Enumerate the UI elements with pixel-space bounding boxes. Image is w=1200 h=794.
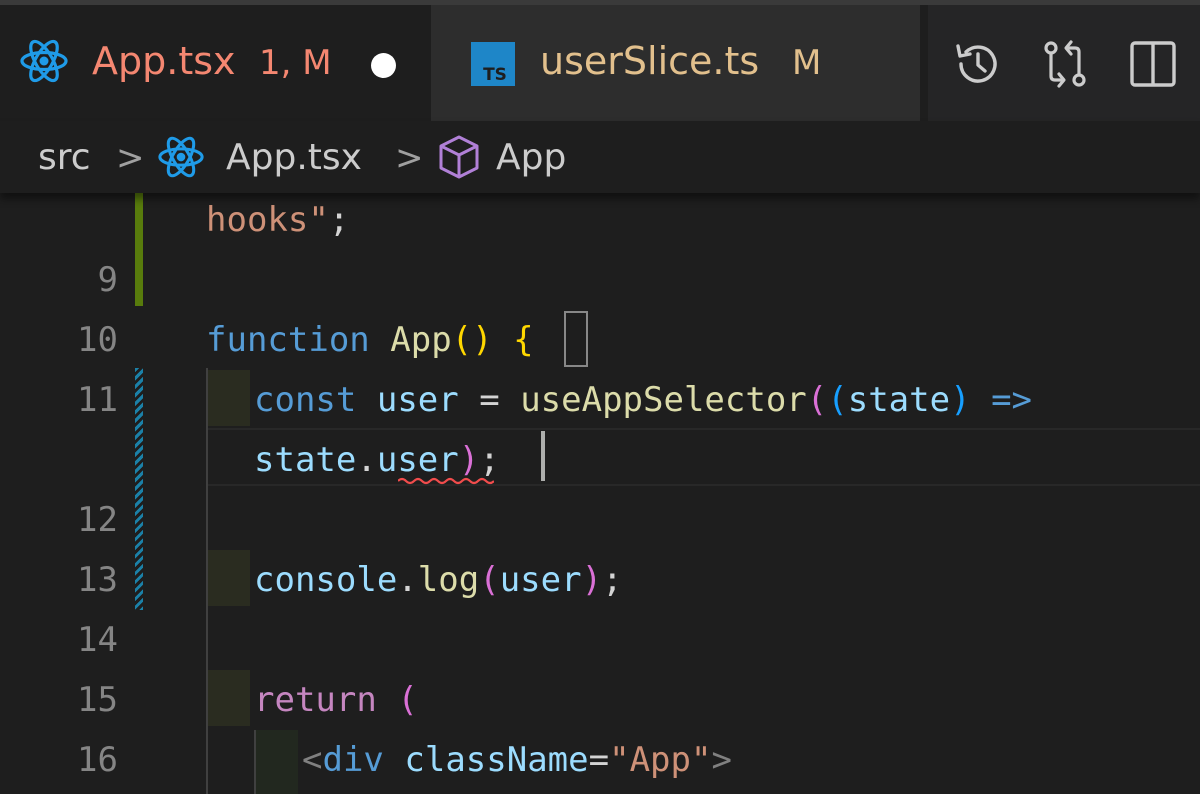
bracket-token: ) <box>581 560 603 600</box>
operator-token: = <box>479 380 500 420</box>
bracket-token: ) <box>950 380 971 420</box>
keyword-token: return <box>254 680 377 720</box>
bracket-token: ( <box>397 680 418 720</box>
tab-status: 1, M <box>259 43 332 83</box>
variable-token: console <box>254 560 398 600</box>
breadcrumb-separator: > <box>395 138 424 178</box>
bracket-token: ( <box>479 560 500 600</box>
punctuation-token: ; <box>602 560 623 600</box>
tab-title: App.tsx <box>92 39 236 83</box>
bracket-token: ) <box>458 440 480 480</box>
svg-text:TS: TS <box>483 65 507 85</box>
tag-bracket-token: > <box>711 740 732 780</box>
code-line[interactable]: return ( <box>254 670 418 730</box>
variable-token: user <box>499 560 582 600</box>
string-token: "App" <box>609 740 712 780</box>
operator-token: = <box>588 740 610 780</box>
keyword-token: function <box>206 320 370 360</box>
string-token: hooks" <box>206 200 329 240</box>
code-editor[interactable]: 9 10 11 12 13 14 15 16 hooks"; function … <box>0 193 1200 794</box>
function-name-token: App <box>390 320 452 360</box>
parameter-token: state <box>847 380 951 420</box>
code-line[interactable]: <div className="App"> <box>302 730 732 790</box>
arrow-token: => <box>991 380 1033 420</box>
split-editor-icon[interactable] <box>1127 38 1179 90</box>
tab-userslice-ts[interactable]: TS userSlice.ts M <box>431 5 920 121</box>
line-number: 9 <box>97 260 118 300</box>
git-compare-icon[interactable] <box>1039 38 1091 90</box>
bracket-token: ( <box>806 380 828 420</box>
indent-highlight <box>208 670 250 726</box>
line-number: 14 <box>77 620 118 660</box>
punctuation-token: ; <box>328 200 350 240</box>
react-icon <box>158 136 204 178</box>
tab-status: M <box>792 43 822 83</box>
indent-highlight <box>256 730 298 794</box>
variable-token: user <box>376 380 459 420</box>
vscode-editor-window: App.tsx 1, M TS userSlice.ts M src > App… <box>0 0 1200 794</box>
typescript-file-icon: TS <box>471 42 515 86</box>
unsaved-dot-icon[interactable] <box>371 53 396 78</box>
punctuation-token: . <box>397 560 418 600</box>
bracket-token: ( <box>451 320 473 360</box>
tab-bar: App.tsx 1, M TS userSlice.ts M <box>0 0 1200 121</box>
line-number: 11 <box>77 380 118 420</box>
bracket-match-box <box>564 311 588 367</box>
tag-name-token: div <box>322 740 384 780</box>
react-icon <box>20 39 68 83</box>
function-name-token: useAppSelector <box>520 380 807 420</box>
code-line[interactable]: function App() { <box>206 310 534 370</box>
function-name-token: log <box>417 560 480 600</box>
punctuation-token: . <box>356 440 377 480</box>
line-number: 12 <box>77 500 118 540</box>
tab-actions-divider <box>920 5 928 121</box>
history-icon[interactable] <box>952 38 1004 90</box>
line-number: 13 <box>77 560 118 600</box>
keyword-token: const <box>254 380 357 420</box>
text-cursor <box>541 431 545 481</box>
breadcrumb-file[interactable]: App.tsx <box>226 135 362 181</box>
bracket-token: ( <box>827 380 848 420</box>
variable-token: state <box>254 440 357 480</box>
error-squiggle[interactable] <box>398 477 494 485</box>
attribute-token: className <box>404 740 589 780</box>
diff-added-marker[interactable] <box>135 193 143 306</box>
matching-brace: { <box>513 320 534 360</box>
line-number: 10 <box>77 320 118 360</box>
indent-highlight <box>208 550 250 606</box>
tab-title: userSlice.ts <box>540 39 760 83</box>
punctuation-token: ; <box>479 440 500 480</box>
line-number: 15 <box>77 680 118 720</box>
code-line[interactable]: console.log(user); <box>254 550 623 610</box>
indent-highlight <box>208 370 250 426</box>
breadcrumb-separator: > <box>116 138 145 178</box>
code-line[interactable]: const user = useAppSelector((state) => <box>254 370 1032 430</box>
breadcrumb-symbol[interactable]: App <box>496 135 566 181</box>
breadcrumb-folder[interactable]: src <box>38 135 91 181</box>
line-number: 16 <box>77 740 118 780</box>
bracket-token: ) <box>472 320 493 360</box>
code-line[interactable]: hooks"; <box>206 193 349 250</box>
symbol-class-icon <box>439 135 479 179</box>
diff-modified-marker[interactable] <box>135 368 143 610</box>
property-token: user <box>376 440 459 480</box>
breadcrumb: src > App.tsx > App <box>0 121 1200 193</box>
tab-app-tsx[interactable]: App.tsx 1, M <box>0 5 431 121</box>
tag-bracket-token: < <box>302 740 323 780</box>
